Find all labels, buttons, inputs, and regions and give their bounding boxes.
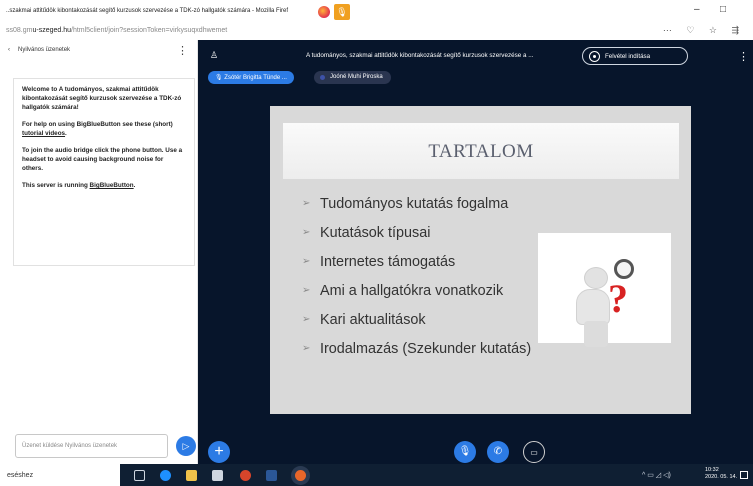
slide-title-box: TARTALOM xyxy=(283,123,679,179)
firefox-icon xyxy=(318,6,330,18)
url-text[interactable]: ss08.gmu-szeged.hu/html5client/join?sess… xyxy=(6,27,227,34)
clock-time: 10:32 xyxy=(705,467,719,473)
address-bar[interactable]: ss08.gmu-szeged.hu/html5client/join?sess… xyxy=(0,22,753,40)
stage-header: ♙ A tudományos, szakmai attitűdök kibont… xyxy=(198,40,753,70)
figure-torso xyxy=(576,289,610,325)
actions-plus-button[interactable]: + xyxy=(208,441,230,463)
store-icon[interactable] xyxy=(212,470,223,481)
server-text: This server is running xyxy=(22,182,88,189)
presentation-slide: TARTALOM Tudományos kutatás fogalma Kuta… xyxy=(270,106,691,414)
chat-header: ‹ Nyilvános üzenetek ⋮ xyxy=(0,40,198,62)
browser-titlebar: ..szakmai attitűdök kibontakozását segít… xyxy=(0,0,753,22)
chat-message-input[interactable]: Üzenet küldése Nyilvános üzenetek xyxy=(15,434,168,458)
slide-bullet: Tudományos kutatás fogalma xyxy=(302,196,531,225)
user-list-icon[interactable]: ♙ xyxy=(210,50,218,61)
taskbar-clock[interactable]: 10:32 2020. 05. 14. xyxy=(705,467,737,481)
chrome-icon[interactable] xyxy=(240,470,251,481)
microphone-button[interactable]: 🎙 xyxy=(454,441,476,463)
back-chevron-icon[interactable]: ‹ xyxy=(8,47,10,53)
chat-options-icon[interactable]: ⋮ xyxy=(177,44,188,57)
minimize-button[interactable]: – xyxy=(694,4,700,15)
talking-indicator[interactable]: 🎙 Zsótér Brigitta Tünde ... xyxy=(208,71,294,84)
audio-paragraph: To join the audio bridge click the phone… xyxy=(22,147,183,172)
system-tray-icons[interactable]: ^ ▭ ◿ ◁) xyxy=(642,471,671,479)
slide-bullet: Irodalmazás (Szekunder kutatás) xyxy=(302,341,531,370)
file-explorer-icon[interactable] xyxy=(186,470,197,481)
edge-browser-icon[interactable] xyxy=(160,470,171,481)
magnifier-figure-image: ? xyxy=(538,233,671,347)
send-message-button[interactable]: ▷ xyxy=(176,436,196,456)
task-view-icon[interactable] xyxy=(134,470,145,481)
taskbar-search-box[interactable]: eséshez xyxy=(0,464,120,486)
server-paragraph: This server is running BigBlueButton. xyxy=(22,182,136,189)
slide-title: TARTALOM xyxy=(428,141,534,162)
presentation-area: ♙ A tudományos, szakmai attitűdök kibont… xyxy=(198,40,753,464)
start-recording-button[interactable]: Felvétel indítása xyxy=(582,47,688,65)
address-bar-icons[interactable]: ⋯ ♡ ☆ ⇶ xyxy=(663,25,745,36)
figure-legs xyxy=(584,321,608,347)
talker-name: Joóné Muhi Piroska xyxy=(330,74,383,80)
help-text: For help on using BigBlueButton see thes… xyxy=(22,121,173,128)
slide-bullet-list: Tudományos kutatás fogalma Kutatások típ… xyxy=(302,196,531,370)
slide-bullet: Internetes támogatás xyxy=(302,254,531,283)
window-title: ..szakmai attitűdök kibontakozását segít… xyxy=(6,8,289,14)
talker-mic-icon: 🎙 xyxy=(215,75,223,81)
welcome-message: Welcome to A tudományos, szakmai attitűd… xyxy=(13,78,195,266)
record-icon xyxy=(589,51,600,62)
share-webcam-button[interactable]: ▭ xyxy=(523,441,545,463)
record-label: Felvétel indítása xyxy=(605,53,651,60)
maximize-button[interactable]: □ xyxy=(720,4,726,15)
tutorial-videos-link[interactable]: tutorial videos xyxy=(22,130,65,137)
word-icon[interactable] xyxy=(266,470,277,481)
notification-center-icon[interactable] xyxy=(740,471,748,479)
figure-head xyxy=(584,267,608,289)
bigbluebutton-link[interactable]: BigBlueButton xyxy=(90,182,134,189)
talking-indicator[interactable]: Joóné Muhi Piroska xyxy=(314,71,391,84)
clock-date: 2020. 05. 14. xyxy=(705,474,738,480)
talker-name: Zsótér Brigitta Tünde ... xyxy=(224,75,287,81)
public-chat-panel: ‹ Nyilvános üzenetek ⋮ Welcome to A tudo… xyxy=(0,40,198,464)
url-path: /html5client/join?sessionToken=virkysuqx… xyxy=(71,27,228,34)
welcome-title: Welcome to A tudományos, szakmai attitűd… xyxy=(22,86,182,111)
slide-bullet: Ami a hallgatókra vonatkozik xyxy=(302,283,531,312)
question-mark-icon: ? xyxy=(608,276,628,321)
leave-audio-button[interactable]: ✆ xyxy=(487,441,509,463)
windows-taskbar: eséshez ^ ▭ ◿ ◁) 10:32 2020. 05. 14. xyxy=(0,464,753,486)
slide-bullet: Kari aktualitások xyxy=(302,312,531,341)
url-prefix: ss08.gm xyxy=(6,27,33,34)
chat-title: Nyilvános üzenetek xyxy=(18,47,71,53)
slide-bullet: Kutatások típusai xyxy=(302,225,531,254)
microphone-sharing-icon[interactable]: 🎙 xyxy=(334,4,350,20)
options-menu-icon[interactable]: ⋮ xyxy=(738,50,749,63)
help-paragraph: For help on using BigBlueButton see thes… xyxy=(22,121,173,137)
url-domain: u-szeged.hu xyxy=(32,27,71,34)
meeting-title: A tudományos, szakmai attitűdök kibontak… xyxy=(306,52,534,59)
firefox-taskbar-icon[interactable] xyxy=(295,470,306,481)
